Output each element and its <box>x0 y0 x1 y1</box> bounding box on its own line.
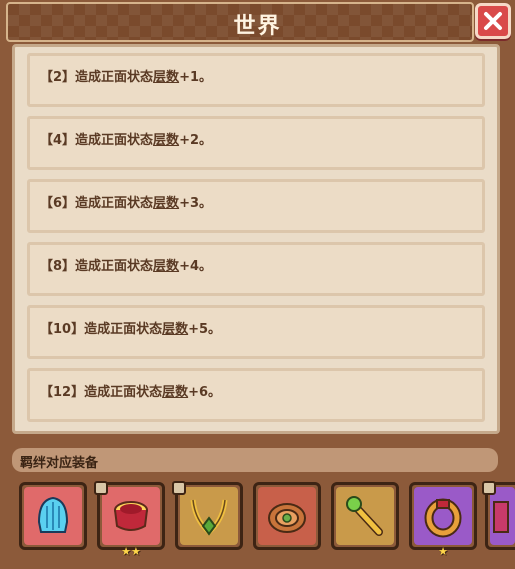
close-button[interactable] <box>475 3 511 39</box>
gold-ring-icon <box>424 498 462 538</box>
effect-text: 【4】造成正面状态 <box>40 133 154 148</box>
equipment-slot[interactable] <box>331 482 399 550</box>
gold-scepter-icon <box>346 496 383 536</box>
effect-item: 【4】造成正面状态层数+2。 <box>27 116 485 170</box>
effect-item: 【8】造成正面状态层数+4。 <box>27 242 485 296</box>
equipment-badge <box>172 481 186 495</box>
effects-panel[interactable]: 【2】造成正面状态层数+1。 【4】造成正面状态层数+2。 【6】造成正面状态层… <box>12 44 500 434</box>
effect-text: 【6】造成正面状态 <box>40 196 154 211</box>
effect-keyword[interactable]: 层数 <box>153 259 179 274</box>
effect-item: 【2】造成正面状态层数+1。 <box>27 53 485 107</box>
effect-value: +5。 <box>188 322 222 337</box>
dialog-window: 世界 【2】造成正面状态层数+1。 【4】造成正面状态层数+2。 【6】造成正面… <box>0 0 515 569</box>
gold-necklace-icon <box>190 499 228 536</box>
effect-value: +3。 <box>179 196 213 211</box>
star-rating: ★★ <box>121 545 141 558</box>
partial-item-icon <box>493 501 509 533</box>
effect-value: +6。 <box>188 385 222 400</box>
effect-item: 【10】造成正面状态层数+5。 <box>27 305 485 359</box>
equipment-slot[interactable] <box>172 481 243 550</box>
effect-text: 【2】造成正面状态 <box>40 70 154 85</box>
effect-keyword[interactable]: 层数 <box>153 196 179 211</box>
equipment-slot[interactable] <box>482 481 515 550</box>
effect-text: 【10】造成正面状态 <box>40 322 163 337</box>
effect-value: +4。 <box>179 259 213 274</box>
effect-text: 【8】造成正面状态 <box>40 259 154 274</box>
equipment-badge <box>94 481 108 495</box>
effect-item: 【6】造成正面状态层数+3。 <box>27 179 485 233</box>
effect-item: 【12】造成正面状态层数+6。 <box>27 368 485 422</box>
equipment-header: 羁绊对应装备 <box>12 448 498 472</box>
effect-keyword[interactable]: 层数 <box>153 70 179 85</box>
equipment-slot[interactable]: ★★ <box>94 481 165 557</box>
effect-value: +2。 <box>179 133 213 148</box>
window-title: 世界 <box>233 14 282 39</box>
effect-value: +1。 <box>179 70 213 85</box>
effect-keyword[interactable]: 层数 <box>153 133 179 148</box>
equipment-slot[interactable] <box>253 482 321 550</box>
blue-helmet-icon <box>37 496 69 533</box>
close-icon <box>484 12 502 30</box>
round-shield-icon <box>268 503 306 533</box>
equipment-slot[interactable]: ★ <box>409 482 477 557</box>
star-rating: ★ <box>438 545 448 558</box>
equipment-slot[interactable] <box>19 482 87 550</box>
equipment-label: 羁绊对应装备 <box>20 456 99 471</box>
effect-text: 【12】造成正面状态 <box>40 385 163 400</box>
effect-keyword[interactable]: 层数 <box>162 322 188 337</box>
red-drum-icon <box>114 501 148 531</box>
effect-keyword[interactable]: 层数 <box>162 385 188 400</box>
